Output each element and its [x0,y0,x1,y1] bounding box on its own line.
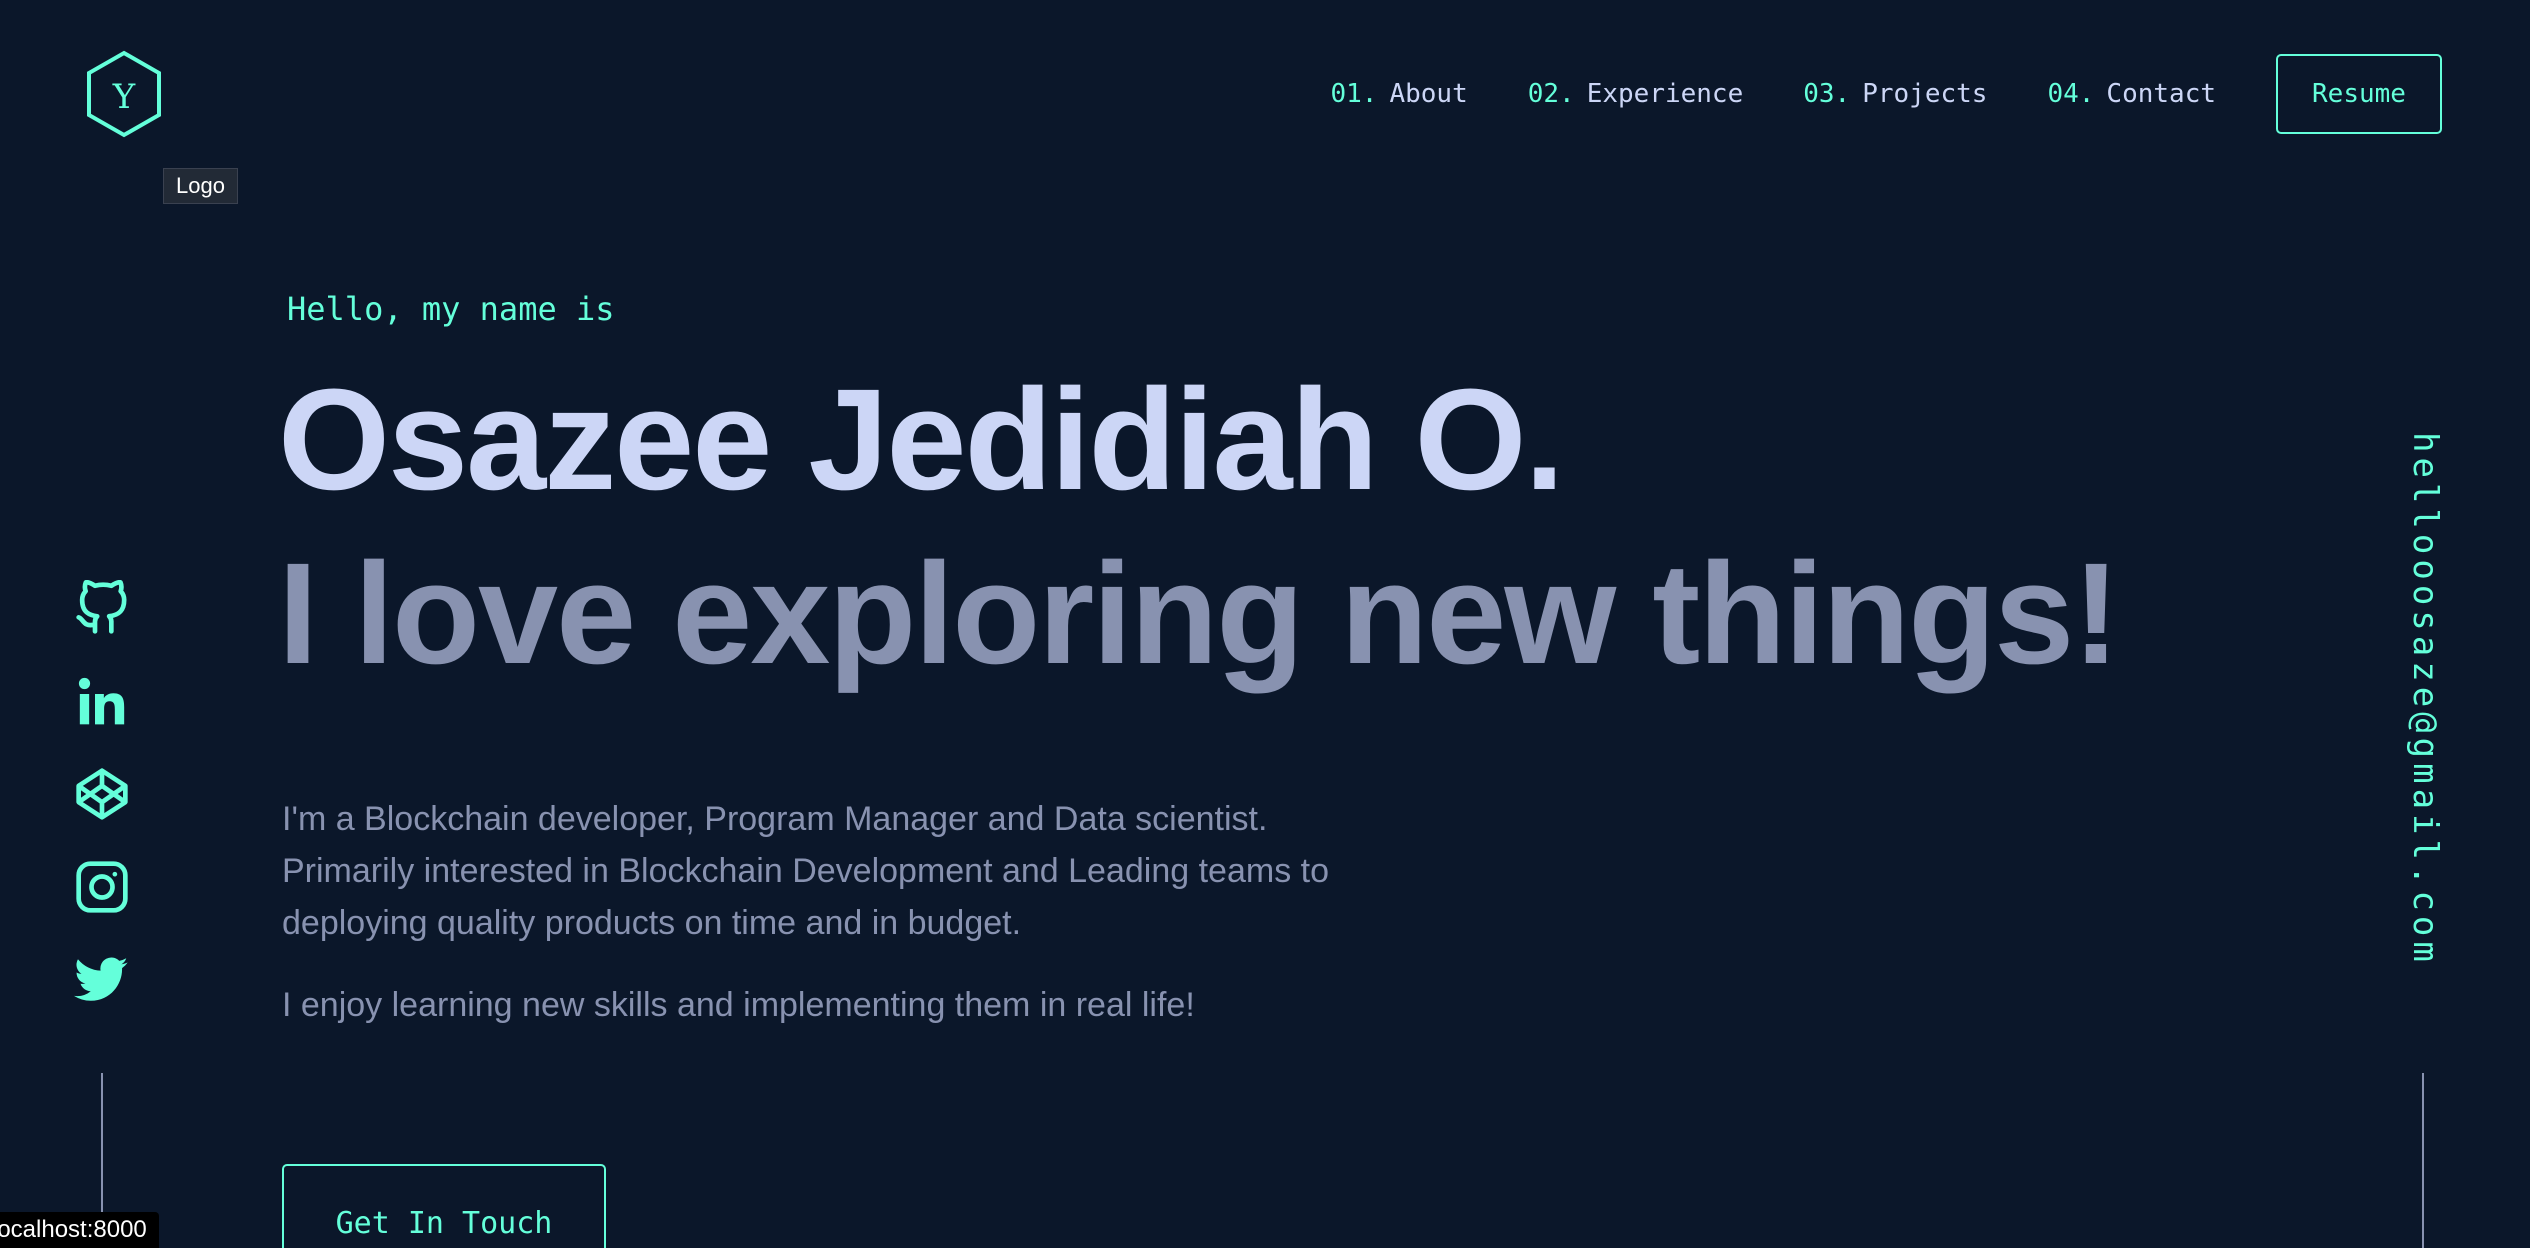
nav-item-experience[interactable]: 02. Experience [1528,79,1744,109]
logo-tooltip: Logo [163,168,238,204]
bio-paragraph-1: I'm a Blockchain developer, Program Mana… [282,800,1329,942]
hero-tagline: I love exploring new things! [278,533,2120,694]
main-nav: 01. About 02. Experience 03. Projects 04. Co… [1330,54,2442,134]
social-sidebar [74,580,130,1045]
resume-button[interactable]: Resume [2276,54,2442,134]
nav-label: About [1389,79,1468,109]
status-url: localhost:8000 [0,1216,147,1243]
nav-number: 04. [2047,79,2095,109]
nav-number: 03. [1803,79,1851,109]
nav-number: 01. [1330,79,1378,109]
codepen-icon[interactable] [74,766,130,822]
hexagon-logo-icon: Y [87,50,161,138]
linkedin-icon[interactable] [74,673,130,729]
twitter-icon[interactable] [74,952,130,1008]
logo-link[interactable]: Y [84,50,164,138]
instagram-icon[interactable] [74,859,130,915]
email-link[interactable]: hellooosaze@gmail.com [2405,432,2445,967]
nav-item-about[interactable]: 01. About [1330,79,1467,109]
nav-item-contact[interactable]: 04. Contact [2047,79,2216,109]
hero-greeting: Hello, my name is [287,290,615,328]
page: Y Logo 01. About 02. Experience 03. Project… [0,0,2530,1248]
nav-item-projects[interactable]: 03. Projects [1803,79,1987,109]
hero-name: Osazee Jedidiah O. [278,359,1565,520]
bio-paragraph-2: I enjoy learning new skills and implemen… [282,986,1195,1024]
nav-label: Experience [1586,79,1744,109]
nav-label: Projects [1862,79,1988,109]
email-sidebar: hellooosaze@gmail.com [2380,432,2470,1012]
get-in-touch-button[interactable]: Get In Touch [282,1164,606,1248]
right-divider-line [2422,1073,2424,1248]
nav-label: Contact [2106,79,2216,109]
github-icon[interactable] [74,580,130,636]
nav-number: 02. [1527,79,1575,109]
logo-letter: Y [112,77,136,117]
hero-bio: I'm a Blockchain developer, Program Mana… [282,793,1342,1061]
browser-status-bar: localhost:8000 [0,1212,159,1248]
